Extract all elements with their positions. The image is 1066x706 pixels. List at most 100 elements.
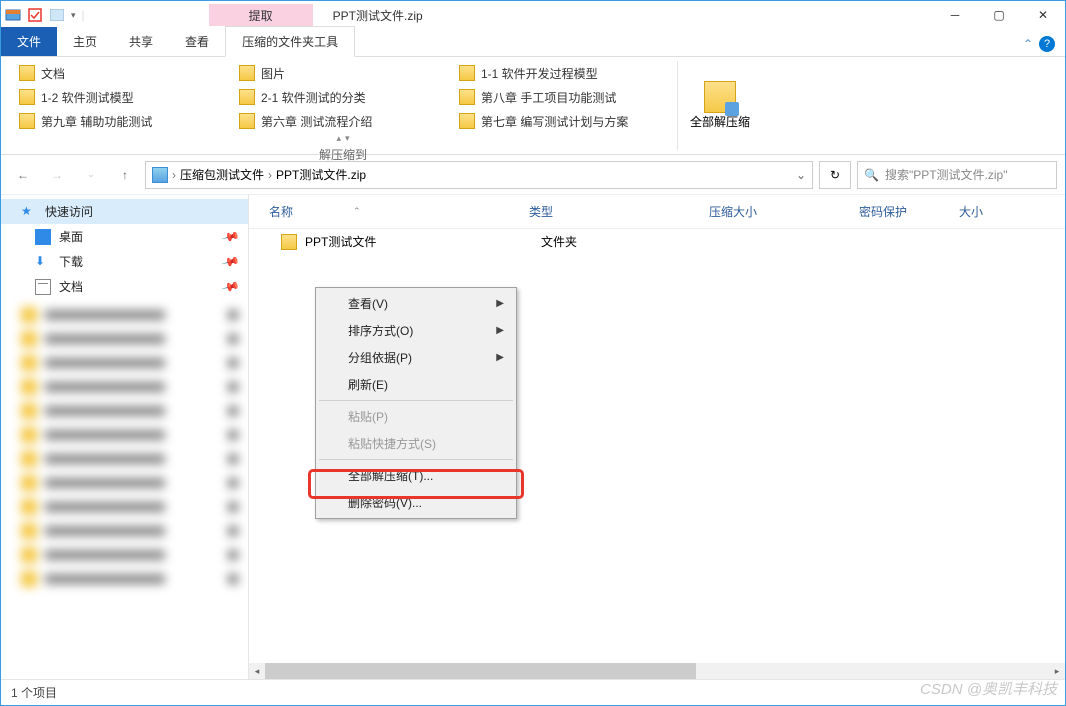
tab-view[interactable]: 查看 [169, 27, 225, 56]
ribbon-tabs: 文件 主页 共享 查看 压缩的文件夹工具 ⌃ ? [1, 29, 1065, 57]
folder-icon [239, 65, 255, 81]
ribbon-collapse[interactable]: ⌃ ? [1013, 32, 1065, 56]
sidebar-item-label: 桌面 [59, 228, 83, 245]
folder-icon [19, 89, 35, 105]
breadcrumb[interactable]: › 压缩包测试文件 › PPT测试文件.zip ⌄ [145, 161, 813, 189]
sidebar-blurred-items [1, 299, 248, 595]
qat-dropdown-icon[interactable]: ▾ [71, 10, 76, 21]
sidebar-downloads[interactable]: ⬇ 下载 📌 [1, 249, 248, 274]
column-type[interactable]: 类型 [521, 199, 701, 224]
tab-share[interactable]: 共享 [113, 27, 169, 56]
breadcrumb-dropdown-icon[interactable]: ⌄ [796, 168, 806, 182]
breadcrumb-part[interactable]: 压缩包测试文件 [180, 166, 264, 183]
close-button[interactable]: ✕ [1021, 1, 1065, 29]
navigation-pane: ★ 快速访问 桌面 📌 ⬇ 下载 📌 文档 📌 [1, 195, 249, 679]
chevron-right-icon: ▶ [496, 298, 504, 309]
chevron-right-icon: ▶ [496, 352, 504, 363]
desktop-icon [35, 229, 51, 245]
ribbon-dest-3[interactable]: 1-2 软件测试模型 [13, 85, 233, 109]
folder-icon [19, 65, 35, 81]
folder-icon [459, 113, 475, 129]
ribbon-dest-label: 1-2 软件测试模型 [41, 89, 134, 106]
extract-all-label: 全部解压缩 [690, 115, 750, 129]
scroll-right-icon[interactable]: ▸ [1049, 663, 1065, 679]
column-size[interactable]: 大小 [951, 199, 1031, 224]
properties-icon[interactable] [27, 7, 43, 23]
refresh-button[interactable]: ↻ [819, 161, 851, 189]
new-folder-icon[interactable] [49, 7, 65, 23]
pin-icon: 📌 [221, 252, 241, 272]
app-icon [5, 7, 21, 23]
sidebar-quick-access[interactable]: ★ 快速访问 [1, 199, 248, 224]
forward-button[interactable]: → [43, 161, 71, 189]
tab-home[interactable]: 主页 [57, 27, 113, 56]
breadcrumb-part[interactable]: PPT测试文件.zip [276, 166, 366, 183]
tab-compressed-tools[interactable]: 压缩的文件夹工具 [225, 26, 355, 57]
star-icon: ★ [21, 204, 37, 220]
extract-all-button[interactable]: 全部解压缩 [678, 61, 762, 150]
ribbon-dest-7[interactable]: 第六章 测试流程介绍 [233, 109, 453, 133]
main-area: ★ 快速访问 桌面 📌 ⬇ 下载 📌 文档 📌 [1, 195, 1065, 679]
file-name: PPT测试文件 [305, 233, 533, 250]
help-icon[interactable]: ? [1039, 36, 1055, 52]
search-placeholder: 搜索"PPT测试文件.zip" [885, 166, 1008, 183]
folder-icon [239, 113, 255, 129]
cm-group[interactable]: 分组依据(P)▶ [318, 344, 514, 371]
archive-icon [152, 167, 168, 183]
folder-icon [459, 89, 475, 105]
cm-refresh[interactable]: 刷新(E) [318, 371, 514, 398]
recent-dropdown[interactable]: ⌄ [77, 161, 105, 189]
ribbon-dest-label: 2-1 软件测试的分类 [261, 89, 366, 106]
ribbon-group-extract-to: 文档 图片 1-1 软件开发过程模型 1-2 软件测试模型 2-1 软件测试的分… [9, 61, 678, 150]
sidebar-documents[interactable]: 文档 📌 [1, 274, 248, 299]
ribbon-dest-8[interactable]: 第七章 编写测试计划与方案 [453, 109, 673, 133]
scroll-down-icon[interactable]: ▾ [345, 133, 350, 144]
cm-paste: 粘贴(P) [318, 403, 514, 430]
column-compressed-size[interactable]: 压缩大小 [701, 199, 851, 224]
ribbon-dest-2[interactable]: 1-1 软件开发过程模型 [453, 61, 673, 85]
cm-view[interactable]: 查看(V)▶ [318, 290, 514, 317]
column-headers: 名称⌃ 类型 压缩大小 密码保护 大小 [249, 195, 1065, 229]
cm-delete-password[interactable]: 删除密码(V)... [318, 489, 514, 516]
pin-icon: 📌 [221, 227, 241, 247]
ribbon-dest-4[interactable]: 2-1 软件测试的分类 [233, 85, 453, 109]
column-name[interactable]: 名称⌃ [261, 199, 521, 224]
menu-separator [319, 459, 513, 460]
chevron-up-icon: ⌃ [1023, 37, 1033, 51]
scroll-left-icon[interactable]: ◂ [249, 663, 265, 679]
maximize-button[interactable]: ▢ [977, 1, 1021, 29]
chevron-right-icon[interactable]: › [268, 168, 272, 182]
file-type: 文件夹 [541, 233, 721, 250]
ribbon-dest-0[interactable]: 文档 [13, 61, 233, 85]
ribbon-dest-label: 第六章 测试流程介绍 [261, 113, 372, 130]
minimize-button[interactable]: ─ [933, 1, 977, 29]
quick-access-toolbar: ▾ | [1, 7, 89, 23]
search-icon: 🔍 [864, 168, 879, 182]
scroll-up-icon[interactable]: ▴ [336, 133, 341, 144]
cm-extract-all[interactable]: 全部解压缩(T)... [318, 462, 514, 489]
tab-file[interactable]: 文件 [1, 27, 57, 56]
document-icon [35, 279, 51, 295]
ribbon-dest-5[interactable]: 第八章 手工项目功能测试 [453, 85, 673, 109]
cm-sort[interactable]: 排序方式(O)▶ [318, 317, 514, 344]
horizontal-scrollbar[interactable]: ◂ ▸ [249, 663, 1065, 679]
back-button[interactable]: ← [9, 161, 37, 189]
scrollbar-thumb[interactable] [265, 663, 696, 679]
sort-indicator-icon: ⌃ [353, 206, 361, 217]
ribbon-dest-6[interactable]: 第九章 辅助功能测试 [13, 109, 233, 133]
ribbon-dest-label: 1-1 软件开发过程模型 [481, 65, 598, 82]
folder-icon [19, 113, 35, 129]
ribbon-dest-1[interactable]: 图片 [233, 61, 453, 85]
ribbon-dest-label: 文档 [41, 65, 65, 82]
sidebar-desktop[interactable]: 桌面 📌 [1, 224, 248, 249]
column-password-protected[interactable]: 密码保护 [851, 199, 951, 224]
sidebar-item-label: 快速访问 [45, 203, 93, 220]
search-input[interactable]: 🔍 搜索"PPT测试文件.zip" [857, 161, 1057, 189]
extract-all-icon [704, 81, 736, 113]
list-item[interactable]: PPT测试文件 文件夹 [249, 229, 1065, 254]
up-button[interactable]: ↑ [111, 161, 139, 189]
chevron-right-icon[interactable]: › [172, 168, 176, 182]
titlebar: ▾ | 提取 PPT测试文件.zip ─ ▢ ✕ [1, 1, 1065, 29]
statusbar: 1 个项目 [1, 679, 1065, 705]
contextual-tab-header: 提取 [209, 4, 313, 26]
